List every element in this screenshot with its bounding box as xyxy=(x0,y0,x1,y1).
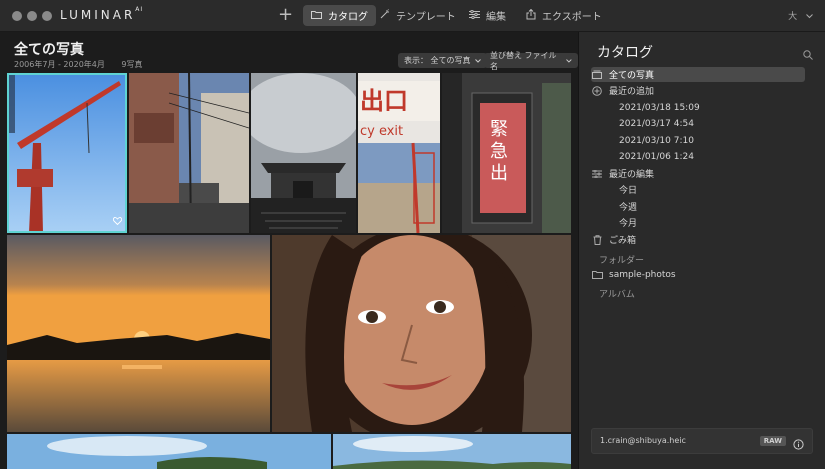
chevron-down-icon xyxy=(806,12,813,22)
photo-thumbnail-gate[interactable] xyxy=(251,73,356,233)
tree-item-recently-added[interactable]: 最近の追加 xyxy=(591,83,805,98)
tree-item-date[interactable]: 2021/03/18 15:09 xyxy=(619,100,805,115)
folders-section-label: フォルダー xyxy=(599,256,645,266)
svg-text:急: 急 xyxy=(490,141,508,162)
panel-title: カタログ xyxy=(597,45,653,61)
tree-item-date[interactable]: 2021/03/10 7:10 xyxy=(619,133,805,148)
photo-thumbnail-sky-1[interactable] xyxy=(7,434,331,469)
photo-count: 9写真 xyxy=(121,60,143,69)
gallery-meta: 2006年7月 - 2020年4月 9写真 xyxy=(14,59,157,70)
chevron-down-icon xyxy=(474,58,481,63)
page-title: 全ての写真 xyxy=(14,42,84,58)
tab-templates[interactable]: テンプレート xyxy=(372,5,464,26)
zoom-window-button[interactable] xyxy=(42,11,52,21)
tab-catalog[interactable]: カタログ xyxy=(303,5,376,26)
view-filter-button[interactable]: 表示： 全ての写真 xyxy=(398,53,487,68)
folder-icon xyxy=(591,270,603,279)
svg-text:出口: 出口 xyxy=(360,87,408,115)
add-photos-button[interactable]: + xyxy=(278,4,293,25)
minimize-window-button[interactable] xyxy=(27,11,37,21)
file-name: 1.crain@shibuya.heic xyxy=(600,436,686,445)
title-bar: LUMINARAI + カタログ テンプレート 編集 エクスポート 大 xyxy=(0,0,825,32)
chevron-down-icon xyxy=(566,58,572,63)
tree-item-this-week[interactable]: 今週 xyxy=(619,199,805,214)
raw-badge: RAW xyxy=(759,436,786,446)
tree-item-folder-sample-photos[interactable]: sample-photos xyxy=(591,267,805,282)
tree-item-all-photos[interactable]: 全ての写真 xyxy=(591,67,805,82)
catalog-panel: カタログ 全ての写真 最近の追加 2021/03/18 15:09 2021/0… xyxy=(578,32,825,469)
photo-thumbnail-emergency-exit[interactable]: 緊 急 出 xyxy=(442,73,571,233)
share-icon xyxy=(526,8,536,23)
tree-item-date[interactable]: 2021/01/06 1:24 xyxy=(619,149,805,164)
thumbnail-size-select[interactable]: 大 xyxy=(788,9,813,22)
photo-thumbnail-portrait[interactable] xyxy=(272,235,571,432)
tab-export[interactable]: エクスポート xyxy=(518,5,610,26)
tree-item-today[interactable]: 今日 xyxy=(619,182,805,197)
svg-text:緊: 緊 xyxy=(490,119,508,140)
photos-stack-icon xyxy=(591,70,603,79)
heart-icon[interactable] xyxy=(112,210,123,229)
photo-thumbnail-sunset[interactable] xyxy=(7,235,270,432)
sliders-icon xyxy=(469,9,480,22)
magic-wand-icon xyxy=(380,9,390,22)
photo-thumbnail-exit-sign[interactable]: 出口 cy exit xyxy=(358,73,440,233)
svg-text:出: 出 xyxy=(490,163,508,184)
photo-thumbnail-alley[interactable] xyxy=(129,73,249,233)
sliders-icon xyxy=(591,169,603,178)
add-circle-icon xyxy=(591,85,603,96)
photo-thumbnail-crane[interactable] xyxy=(7,73,127,233)
svg-text:cy exit: cy exit xyxy=(360,124,403,139)
folder-icon xyxy=(311,10,322,22)
info-icon[interactable] xyxy=(793,435,804,454)
close-window-button[interactable] xyxy=(12,11,22,21)
albums-section-label: アルバム xyxy=(599,290,635,300)
tree-item-date[interactable]: 2021/03/17 4:54 xyxy=(619,116,805,131)
file-info-bar: 1.crain@shibuya.heic RAW xyxy=(591,428,813,454)
photo-thumbnail-sky-2[interactable] xyxy=(333,434,571,469)
sort-button[interactable]: 並び替え ファイル名 xyxy=(484,51,578,71)
tab-edit[interactable]: 編集 xyxy=(461,5,514,26)
trash-icon xyxy=(591,234,603,245)
search-icon[interactable] xyxy=(803,45,813,64)
app-logo: LUMINARAI xyxy=(60,6,144,22)
tree-item-this-month[interactable]: 今月 xyxy=(619,215,805,230)
gallery-area: 全ての写真 2006年7月 - 2020年4月 9写真 表示： 全ての写真 並び… xyxy=(0,32,578,469)
date-range: 2006年7月 - 2020年4月 xyxy=(14,60,105,69)
tree-item-trash[interactable]: ごみ箱 xyxy=(591,232,805,247)
tree-item-recently-edited[interactable]: 最近の編集 xyxy=(591,166,805,181)
